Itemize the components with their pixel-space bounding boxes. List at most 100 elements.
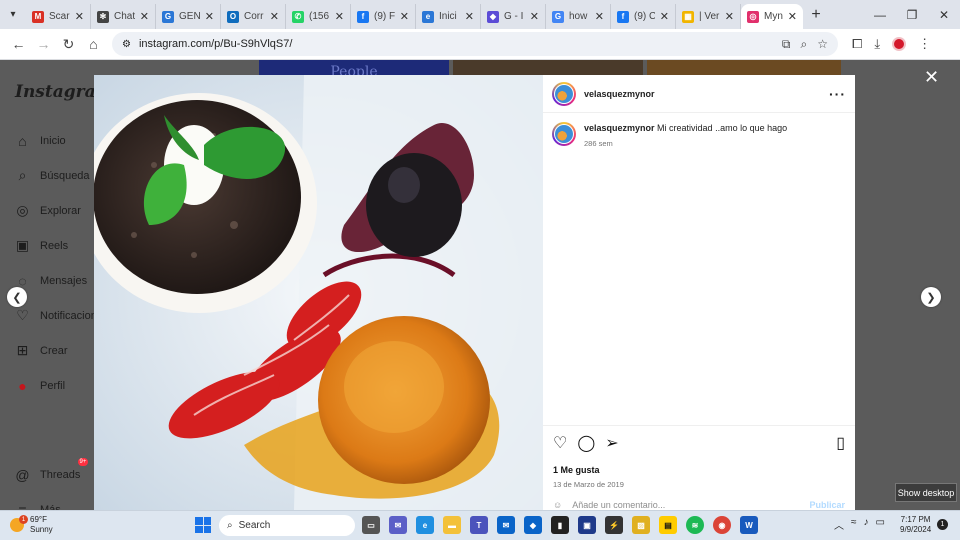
restore-button[interactable]: ❐ (896, 0, 928, 29)
close-tab-icon[interactable]: ✕ (725, 10, 734, 23)
profile-avatar[interactable] (892, 37, 907, 51)
wifi-icon[interactable]: ≈ (851, 517, 857, 532)
emoji-icon[interactable]: ☺ (553, 500, 562, 510)
author-username[interactable]: velasquezmynor (584, 89, 655, 99)
close-tab-icon[interactable]: ✕ (335, 10, 344, 23)
close-tab-icon[interactable]: ✕ (530, 10, 539, 23)
site-info-icon[interactable]: ⚙ (122, 39, 131, 50)
winamp-icon[interactable]: ⚡ (605, 516, 623, 534)
sticky-notes-icon[interactable]: ▤ (659, 516, 677, 534)
caption-author-avatar[interactable] (552, 122, 576, 146)
browser-tab[interactable]: G GEN ✕ (156, 4, 221, 29)
comment-icon[interactable]: ◯ (577, 433, 595, 453)
address-bar[interactable]: ⚙ instagram.com/p/Bu-S9hVlqS7/ ⧉ ⌕ ☆ (112, 32, 838, 56)
browser-tab[interactable]: O Corr ✕ (221, 4, 286, 29)
dessert-photo (94, 75, 543, 510)
browser-tab[interactable]: f (9) F ✕ (351, 4, 416, 29)
threads-icon: @ (15, 466, 30, 483)
browser-tab[interactable]: f (9) C ✕ (611, 4, 676, 29)
teams-chat-icon[interactable]: ✉ (389, 516, 407, 534)
volume-icon[interactable]: ♪ (864, 517, 869, 532)
tray-chevron-icon[interactable]: ︿ (834, 517, 844, 532)
author-avatar[interactable] (552, 81, 576, 106)
nav-label: Perfil (40, 379, 66, 392)
close-modal-icon[interactable]: ✕ (924, 67, 939, 88)
nav-item-8[interactable]: ● Perfil (14, 377, 65, 394)
likes-count[interactable]: 1 Me gusta (553, 465, 845, 475)
post-image (94, 75, 543, 510)
next-post-arrow-icon[interactable]: ❯ (921, 287, 941, 307)
tab-search-button[interactable]: ▾ (0, 0, 26, 29)
like-heart-icon[interactable]: ♡ (553, 433, 567, 453)
new-tab-button[interactable]: + (803, 6, 829, 24)
taskbar-search[interactable]: ⌕ Search (219, 515, 355, 536)
nav-item-4[interactable]: ▣ Reels (14, 237, 68, 254)
nav-item-1[interactable]: ⌂ Inicio (14, 132, 65, 149)
back-button[interactable]: ← (6, 32, 31, 57)
close-tab-icon[interactable]: ✕ (660, 10, 669, 23)
caption-time[interactable]: 286 sem (584, 137, 787, 150)
mail-icon[interactable]: ✉ (497, 516, 515, 534)
close-tab-icon[interactable]: ✕ (270, 10, 279, 23)
word-icon[interactable]: W (740, 516, 758, 534)
close-tab-icon[interactable]: ✕ (595, 10, 604, 23)
browser-tab[interactable]: Ghow ✕ (546, 4, 611, 29)
forward-button[interactable]: → (31, 32, 56, 57)
dropbox-icon[interactable]: ◆ (524, 516, 542, 534)
home-button[interactable]: ⌂ (81, 32, 106, 57)
comment-input[interactable]: Añade un comentario... (572, 500, 665, 510)
previous-post-arrow-icon[interactable]: ❮ (7, 287, 27, 307)
spotify-icon[interactable]: ≋ (686, 516, 704, 534)
browser-tab[interactable]: ✻ Chat ✕ (91, 4, 156, 29)
start-button[interactable] (195, 517, 211, 533)
file-explorer-icon[interactable]: ▬ (443, 516, 461, 534)
system-tray: ︿ ≈ ♪ ▭ (834, 517, 885, 532)
weather-widget[interactable]: 1 69°F Sunny (10, 515, 53, 535)
task-view-icon[interactable]: ▭ (362, 516, 380, 534)
teams-icon[interactable]: T (470, 516, 488, 534)
close-tab-icon[interactable]: ✕ (140, 10, 149, 23)
edge-icon[interactable]: e (416, 516, 434, 534)
close-tab-icon[interactable]: ✕ (465, 10, 474, 23)
save-bookmark-icon[interactable]: ▯ (836, 433, 845, 453)
chrome-icon[interactable]: ◉ (713, 516, 731, 534)
bookmark-star-icon[interactable]: ☆ (817, 37, 828, 52)
publish-button[interactable]: Publicar (809, 500, 845, 510)
weather-desc: Sunny (30, 525, 53, 534)
nav-item-7[interactable]: ⊞ Crear (14, 342, 68, 359)
nav-item-9[interactable]: @9+ Threads (14, 458, 89, 483)
close-tab-icon[interactable]: ✕ (788, 10, 797, 23)
nav-item-10[interactable]: ≡ Más (14, 501, 60, 511)
close-tab-icon[interactable]: ✕ (75, 10, 84, 23)
zoom-icon[interactable]: ⌕ (801, 37, 808, 52)
tab-title: Myn (764, 11, 783, 22)
close-tab-icon[interactable]: ✕ (205, 10, 214, 23)
clock-date: 9/9/2024 (900, 525, 932, 534)
store-icon[interactable]: ▣ (578, 516, 596, 534)
download-icon[interactable]: ⤓ (874, 36, 880, 52)
minimize-button[interactable]: — (864, 0, 896, 29)
taskbar-clock[interactable]: 7:17 PM 9/9/2024 (900, 515, 931, 535)
nav-item-2[interactable]: ⌕ Búsqueda (14, 167, 90, 184)
browser-tab[interactable]: ▦ | Ver ✕ (676, 4, 741, 29)
battery-icon[interactable]: ▭ (876, 517, 885, 532)
close-tab-icon[interactable]: ✕ (400, 10, 409, 23)
more-options-icon[interactable]: ··· (829, 86, 846, 102)
browser-tab[interactable]: ◆ G - I ✕ (481, 4, 546, 29)
install-app-icon[interactable]: ⧉ (782, 37, 791, 52)
browser-tab[interactable]: M Scar ✕ (26, 4, 91, 29)
browser-tab[interactable]: e Inici ✕ (416, 4, 481, 29)
extensions-icon[interactable]: ⧠ (852, 36, 862, 52)
browser-menu-icon[interactable]: ⋮ (918, 36, 931, 52)
nav-item-3[interactable]: ◎ Explorar (14, 202, 81, 219)
reload-button[interactable]: ↻ (56, 32, 81, 57)
browser-tab[interactable]: ◎ Myn ✕ (741, 4, 803, 29)
browser-tab[interactable]: ✆ (156 ✕ (286, 4, 351, 29)
share-send-icon[interactable]: ➢ (605, 433, 618, 453)
terminal-icon[interactable]: ▮ (551, 516, 569, 534)
close-window-button[interactable]: ✕ (928, 0, 960, 29)
photos-icon[interactable]: ▨ (632, 516, 650, 534)
notification-badge[interactable]: 1 (937, 519, 948, 530)
caption-username[interactable]: velasquezmynor (584, 123, 655, 133)
nav-item-5[interactable]: ◌ Mensajes (14, 272, 87, 289)
